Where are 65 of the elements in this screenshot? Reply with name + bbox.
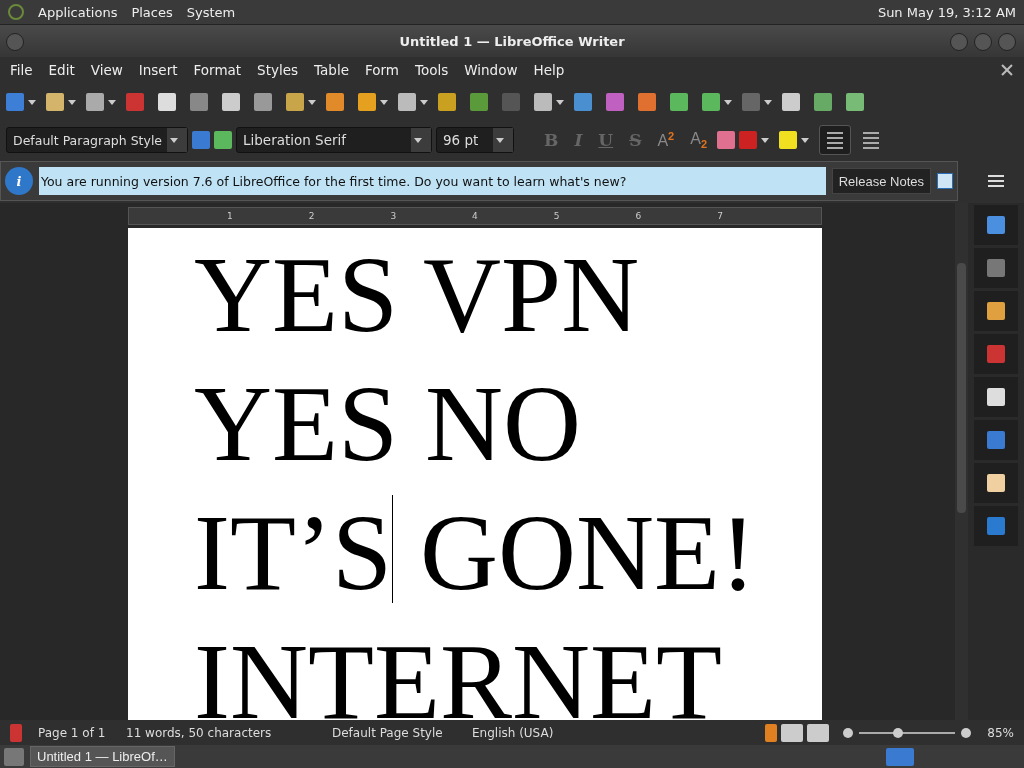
document-text: INTERNET: [194, 622, 722, 720]
caret-icon[interactable]: [108, 99, 116, 105]
caret-icon[interactable]: [764, 99, 772, 105]
ruler-number: 7: [717, 211, 723, 221]
script-button[interactable]: A$^{2}$: [651, 129, 681, 151]
menu-item[interactable]: Styles: [249, 62, 307, 78]
clock: Sun May 19, 3:12 AM: [877, 4, 1016, 20]
caret-icon[interactable]: [420, 99, 428, 105]
taskbar-item[interactable]: Untitled 1 — LibreOf…: [30, 746, 175, 767]
caret-icon[interactable]: [556, 99, 564, 105]
release-notes-button[interactable]: Release Notes: [831, 168, 931, 194]
window-menu-icon[interactable]: [6, 33, 24, 51]
document-text: YES VPN: [194, 235, 640, 354]
menu-item[interactable]: Edit: [40, 62, 83, 78]
document-text: YES NO: [194, 364, 582, 483]
sidebar-button[interactable]: [974, 463, 1018, 503]
font-name-field[interactable]: Liberation Serif: [236, 127, 432, 153]
caret-icon[interactable]: [28, 99, 36, 105]
window-control-icon[interactable]: [974, 33, 992, 51]
window-control-icon[interactable]: [998, 33, 1016, 51]
ruler-number: 6: [635, 211, 642, 221]
document-text: IT’S: [194, 493, 392, 612]
window-title: Untitled 1 — LibreOffice Writer: [399, 33, 625, 49]
infobar-message: You are running version 7.6 of LibreOffice for the first time. Do you want to learn what's new?: [39, 167, 826, 195]
menu-item[interactable]: Window: [456, 62, 526, 78]
ruler-number: 2: [308, 211, 315, 221]
ruler-number: 5: [553, 211, 560, 221]
zoom-slider-thumb[interactable]: [892, 727, 903, 738]
menu-item[interactable]: Insert: [130, 62, 186, 78]
window-control-icon[interactable]: [950, 33, 968, 51]
caret-icon[interactable]: [724, 99, 732, 105]
sidebar-button[interactable]: [974, 205, 1018, 245]
close-icon[interactable]: [1002, 65, 1012, 75]
menu-item[interactable]: Tools: [407, 62, 457, 78]
script-button[interactable]: A$_{2}$: [684, 129, 714, 151]
menu-item[interactable]: Form: [357, 62, 407, 78]
document-text: GONE!: [418, 493, 756, 612]
sidebar-button[interactable]: [974, 291, 1018, 331]
language: English (USA): [472, 725, 555, 740]
caret-icon[interactable]: [68, 99, 76, 105]
page-style: Default Page Style: [332, 725, 444, 740]
info-icon: i: [5, 167, 33, 195]
panel-menu[interactable]: System: [186, 4, 236, 20]
menu-item[interactable]: View: [82, 62, 131, 78]
font-size-field[interactable]: 96 pt: [436, 127, 514, 153]
menu-item[interactable]: File: [2, 62, 41, 78]
menu-icon[interactable]: [988, 175, 1004, 187]
caret-icon[interactable]: [380, 99, 388, 105]
page-count: Page 1 of 1: [38, 725, 107, 740]
align-button[interactable]: [819, 125, 852, 155]
paragraph-style-field[interactable]: Default Paragraph Style: [6, 127, 188, 153]
caret-icon[interactable]: [308, 99, 316, 105]
panel-menu[interactable]: Applications: [38, 4, 118, 20]
menu-item[interactable]: Format: [185, 62, 250, 78]
word-count: 11 words, 50 characters: [126, 725, 273, 740]
menu-item[interactable]: Table: [306, 62, 357, 78]
ruler-number: 3: [390, 211, 397, 221]
zoom-level: 85%: [987, 725, 1014, 740]
ruler-number: 1: [227, 211, 233, 221]
sidebar-button[interactable]: [974, 377, 1018, 417]
close-icon[interactable]: [937, 173, 953, 189]
panel-menu[interactable]: Places: [131, 4, 173, 20]
menu-item[interactable]: Help: [525, 62, 573, 78]
panel-logo-icon: [8, 4, 24, 20]
ruler-number: 4: [472, 211, 478, 221]
